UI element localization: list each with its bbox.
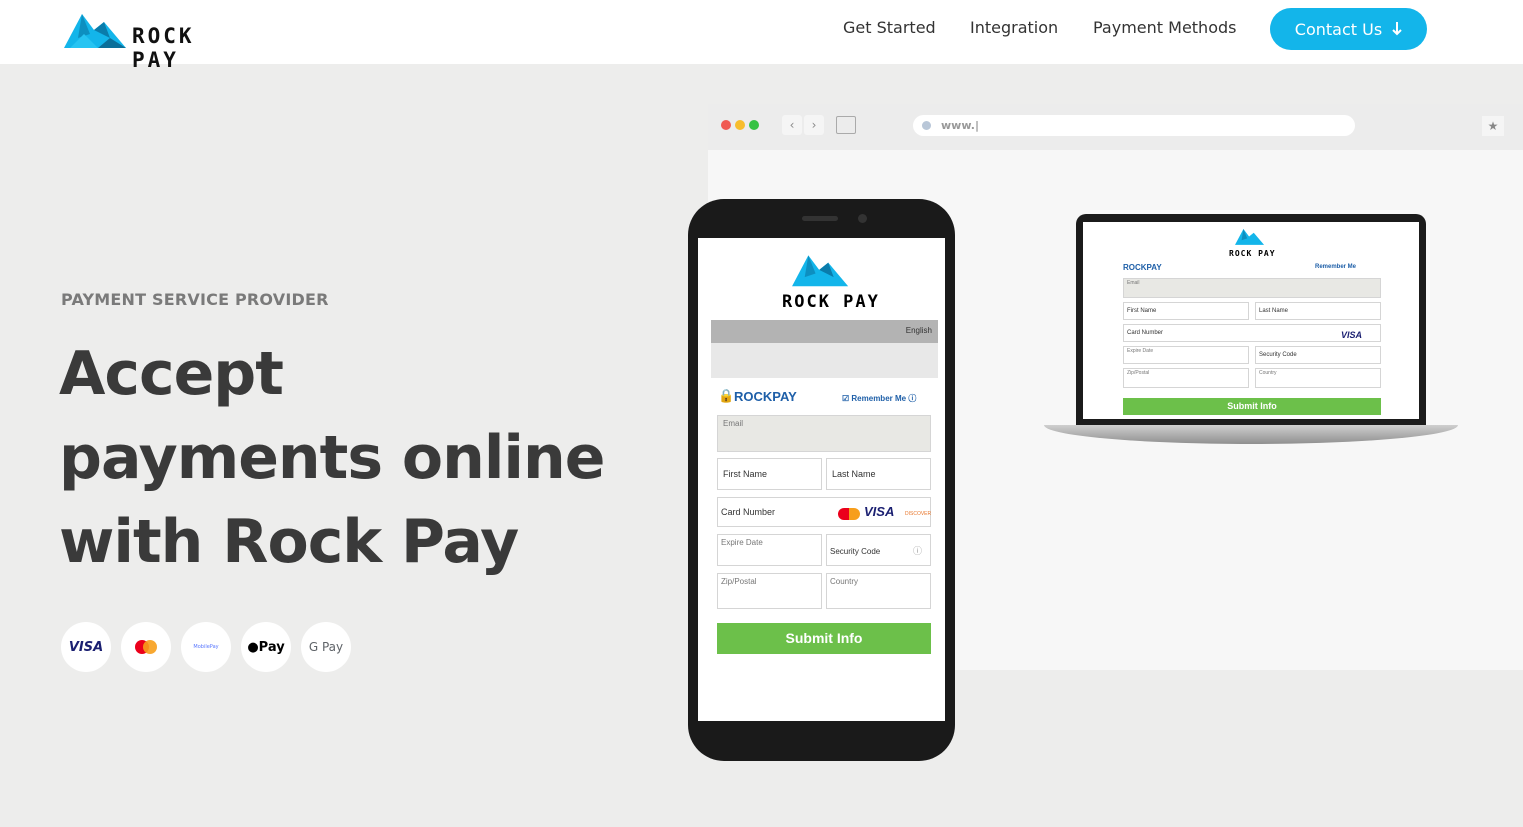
star-icon: ★: [1482, 116, 1504, 136]
phone-speaker: [802, 216, 838, 221]
expire-date-field[interactable]: Expire Date: [717, 534, 822, 566]
help-icon: ⓘ: [912, 546, 922, 556]
site-header: ROCK PAY Get Started Integration Payment…: [0, 0, 1523, 72]
hero-headline: Accept payments online with Rock Pay: [59, 332, 659, 584]
arrow-down-icon: [1392, 22, 1402, 36]
laptop-logo-wordmark: ROCK PAY: [1229, 249, 1276, 258]
apple-pay-icon: ● Pay: [241, 622, 291, 672]
mastercard-icon: [121, 622, 171, 672]
mobilepay-icon: MobilePay: [181, 622, 231, 672]
laptop-mockup: ROCK PAY ROCKPAY Remember Me Email First…: [1076, 214, 1426, 426]
remember-me[interactable]: ☑ Remember Me ⓘ: [842, 393, 916, 404]
card-number-field[interactable]: Card Number VISA DISCOVER: [717, 497, 931, 527]
nav-payment-methods[interactable]: Payment Methods: [1093, 18, 1236, 37]
minimize-dot-icon: [735, 120, 745, 130]
logo-wordmark: ROCK PAY: [132, 24, 195, 72]
mountain-logo-icon: [1235, 228, 1265, 245]
google-pay-icon: G Pay: [301, 622, 351, 672]
expire-date-field[interactable]: Expire Date: [1123, 346, 1249, 364]
laptop-screen: ROCK PAY ROCKPAY Remember Me Email First…: [1083, 222, 1419, 419]
back-icon: ‹: [782, 115, 802, 135]
mountain-logo-icon: [792, 255, 849, 287]
submit-info-button[interactable]: Submit Info: [1123, 398, 1381, 415]
email-field[interactable]: Email: [717, 415, 931, 452]
sidebar-icon: [836, 116, 856, 134]
forward-icon: ›: [804, 115, 824, 135]
phone-banner: English: [711, 320, 938, 378]
zip-field[interactable]: Zip/Postal: [717, 573, 822, 609]
language-select[interactable]: English: [906, 326, 932, 335]
first-name-field[interactable]: First Name: [717, 458, 822, 490]
visa-icon: VISA: [61, 622, 111, 672]
last-name-field[interactable]: Last Name: [1255, 302, 1381, 320]
payment-method-icons: VISA MobilePay ● Pay G Pay: [61, 622, 351, 672]
country-select[interactable]: Country: [826, 573, 931, 609]
nav-integration[interactable]: Integration: [970, 18, 1058, 37]
hero-eyebrow: PAYMENT SERVICE PROVIDER: [61, 290, 329, 309]
security-code-field[interactable]: Security Code ⓘ: [826, 534, 931, 566]
mountain-logo-icon: [64, 14, 126, 48]
discover-logo: DISCOVER: [905, 511, 932, 517]
url-text: www.|: [941, 119, 979, 132]
remember-me[interactable]: Remember Me: [1315, 264, 1356, 270]
phone-screen: ROCK PAY English 🔒 ROCKPAY ☑ Remember Me…: [698, 238, 945, 721]
visa-logo: VISA: [864, 504, 895, 519]
headline-line-3: with Rock Pay: [59, 507, 519, 577]
country-select[interactable]: Country: [1255, 368, 1381, 388]
email-field[interactable]: Email: [1123, 278, 1381, 298]
phone-mockup: ROCK PAY English 🔒 ROCKPAY ☑ Remember Me…: [688, 199, 955, 761]
phone-logo-wordmark: ROCK PAY: [782, 292, 880, 312]
form-brand: ROCKPAY: [734, 389, 797, 404]
rock-pay-logo[interactable]: ROCK PAY: [64, 8, 234, 72]
card-number-field[interactable]: Card Number VISA: [1123, 324, 1381, 342]
close-dot-icon: [721, 120, 731, 130]
first-name-field[interactable]: First Name: [1123, 302, 1249, 320]
contact-us-label: Contact Us: [1294, 19, 1383, 39]
browser-toolbar: ‹ › www.| ★: [708, 104, 1523, 150]
form-brand: ROCKPAY: [1123, 263, 1162, 272]
contact-us-button[interactable]: Contact Us: [1270, 8, 1427, 50]
globe-icon: [922, 121, 931, 130]
security-code-field[interactable]: Security Code: [1255, 346, 1381, 364]
visa-logo: VISA: [1341, 330, 1363, 340]
last-name-field[interactable]: Last Name: [826, 458, 931, 490]
url-bar: www.|: [913, 115, 1355, 136]
maximize-dot-icon: [749, 120, 759, 130]
nav-get-started[interactable]: Get Started: [843, 18, 936, 37]
submit-info-button[interactable]: Submit Info: [717, 623, 931, 654]
zip-field[interactable]: Zip/Postal: [1123, 368, 1249, 388]
headline-line-1: Accept: [59, 339, 284, 409]
phone-camera: [858, 214, 867, 223]
lock-icon: 🔒: [718, 388, 735, 403]
headline-line-2: payments online: [59, 423, 605, 493]
mastercard-icon: [838, 508, 860, 520]
